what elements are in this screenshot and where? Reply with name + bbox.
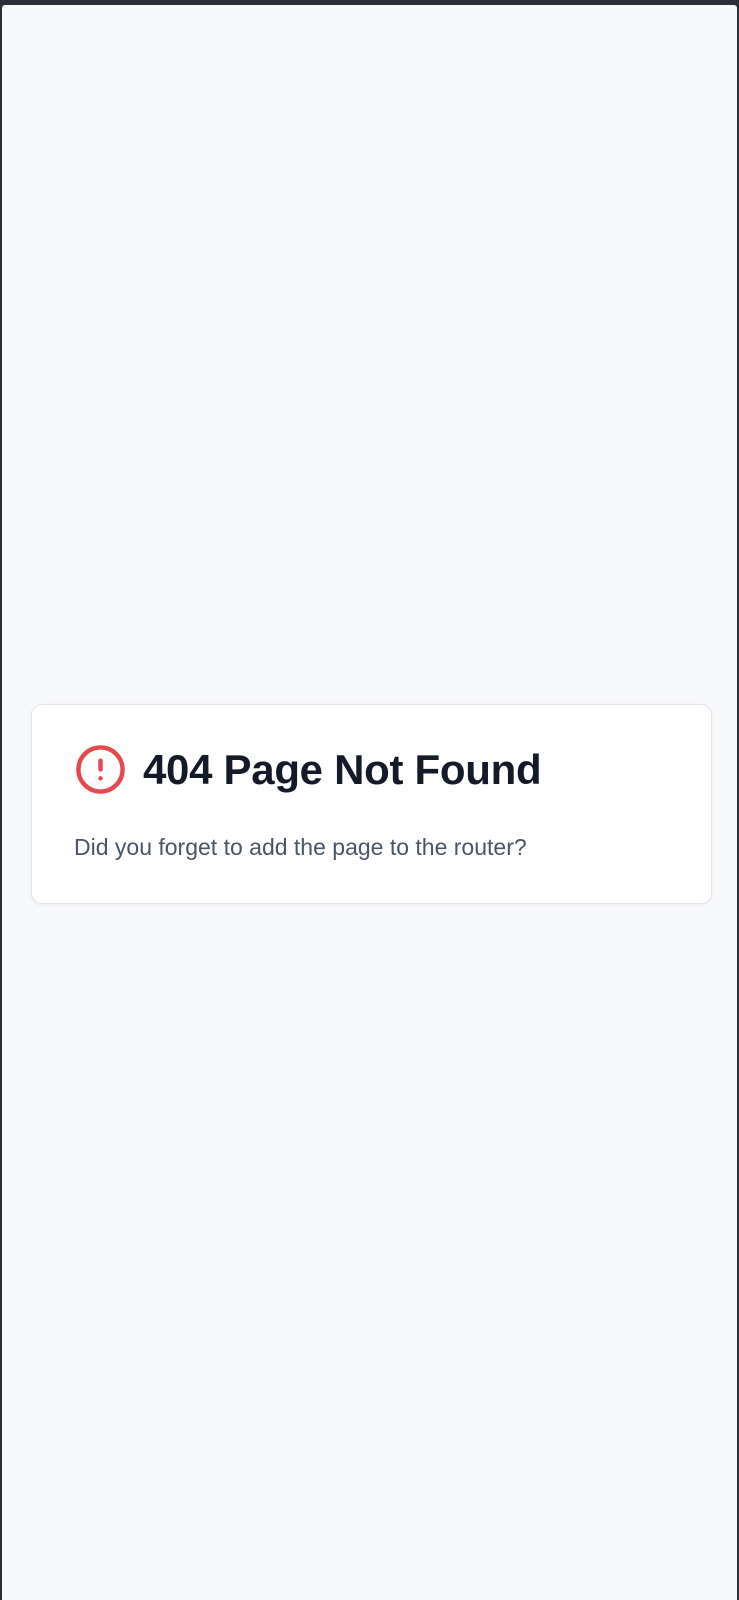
alert-circle-icon <box>74 743 127 796</box>
not-found-card: 404 Page Not Found Did you forget to add… <box>31 704 712 904</box>
page-title: 404 Page Not Found <box>143 746 542 793</box>
error-message: Did you forget to add the page to the ro… <box>74 834 527 860</box>
app-window: 404 Page Not Found Did you forget to add… <box>2 5 737 1600</box>
card-header: 404 Page Not Found <box>74 743 542 796</box>
